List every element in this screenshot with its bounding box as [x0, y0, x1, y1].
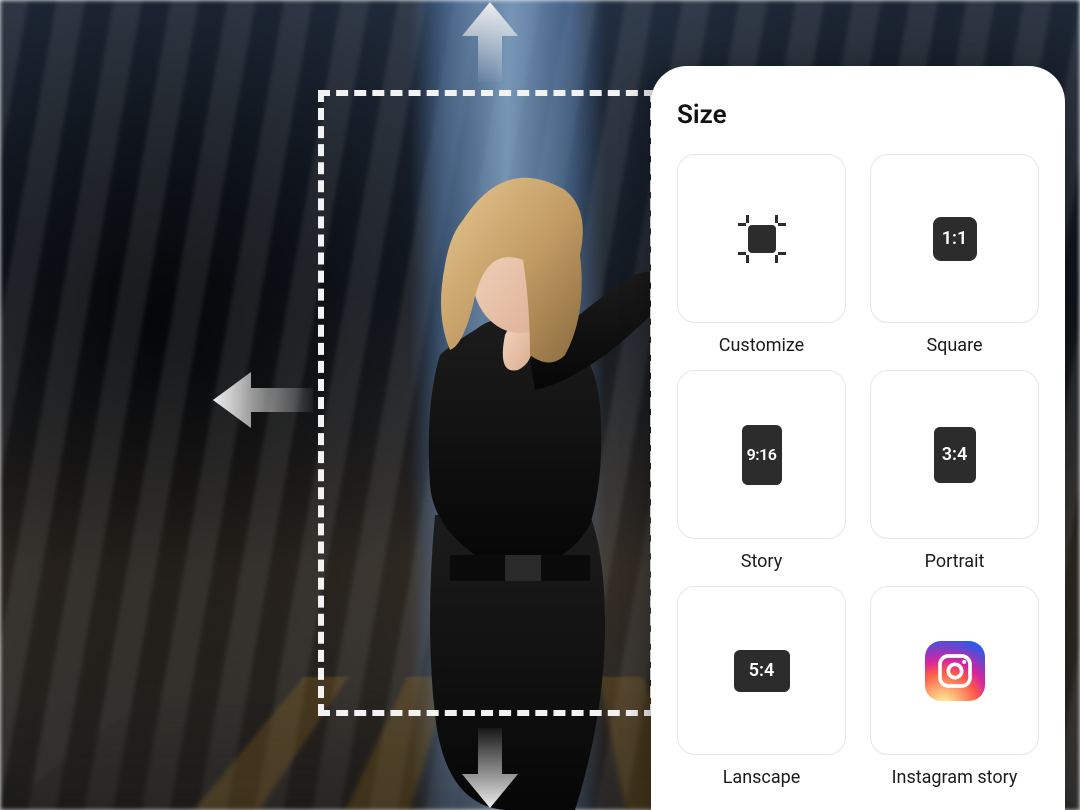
expand-left-arrow-icon[interactable] [213, 372, 313, 428]
size-option-label: Portrait [870, 551, 1039, 572]
ratio-badge: 5:4 [734, 650, 790, 692]
size-options-grid: Customize 1:1 Square 9:16 Story 3:4 Port… [677, 154, 1039, 788]
expand-down-arrow-icon[interactable] [462, 728, 518, 808]
crop-icon [732, 209, 792, 269]
expand-up-arrow-icon[interactable] [462, 2, 518, 82]
size-option-instagram-story[interactable] [870, 586, 1039, 755]
size-option-landscape[interactable]: 5:4 [677, 586, 846, 755]
panel-title: Size [677, 100, 1039, 130]
size-option-square[interactable]: 1:1 [870, 154, 1039, 323]
ratio-badge: 3:4 [934, 427, 976, 483]
size-option-label: Customize [677, 335, 846, 356]
size-option-label: Instagram story [870, 767, 1039, 788]
ratio-badge: 1:1 [933, 217, 977, 261]
size-option-label: Story [677, 551, 846, 572]
instagram-icon [925, 641, 985, 701]
editor-stage: Size Customize 1:1 Squa [0, 0, 1080, 810]
size-option-portrait[interactable]: 3:4 [870, 370, 1039, 539]
ratio-badge: 9:16 [742, 425, 782, 485]
size-option-label: Lanscape [677, 767, 846, 788]
size-option-story[interactable]: 9:16 [677, 370, 846, 539]
size-option-label: Square [870, 335, 1039, 356]
size-panel: Size Customize 1:1 Squa [651, 66, 1065, 810]
size-option-customize[interactable] [677, 154, 846, 323]
